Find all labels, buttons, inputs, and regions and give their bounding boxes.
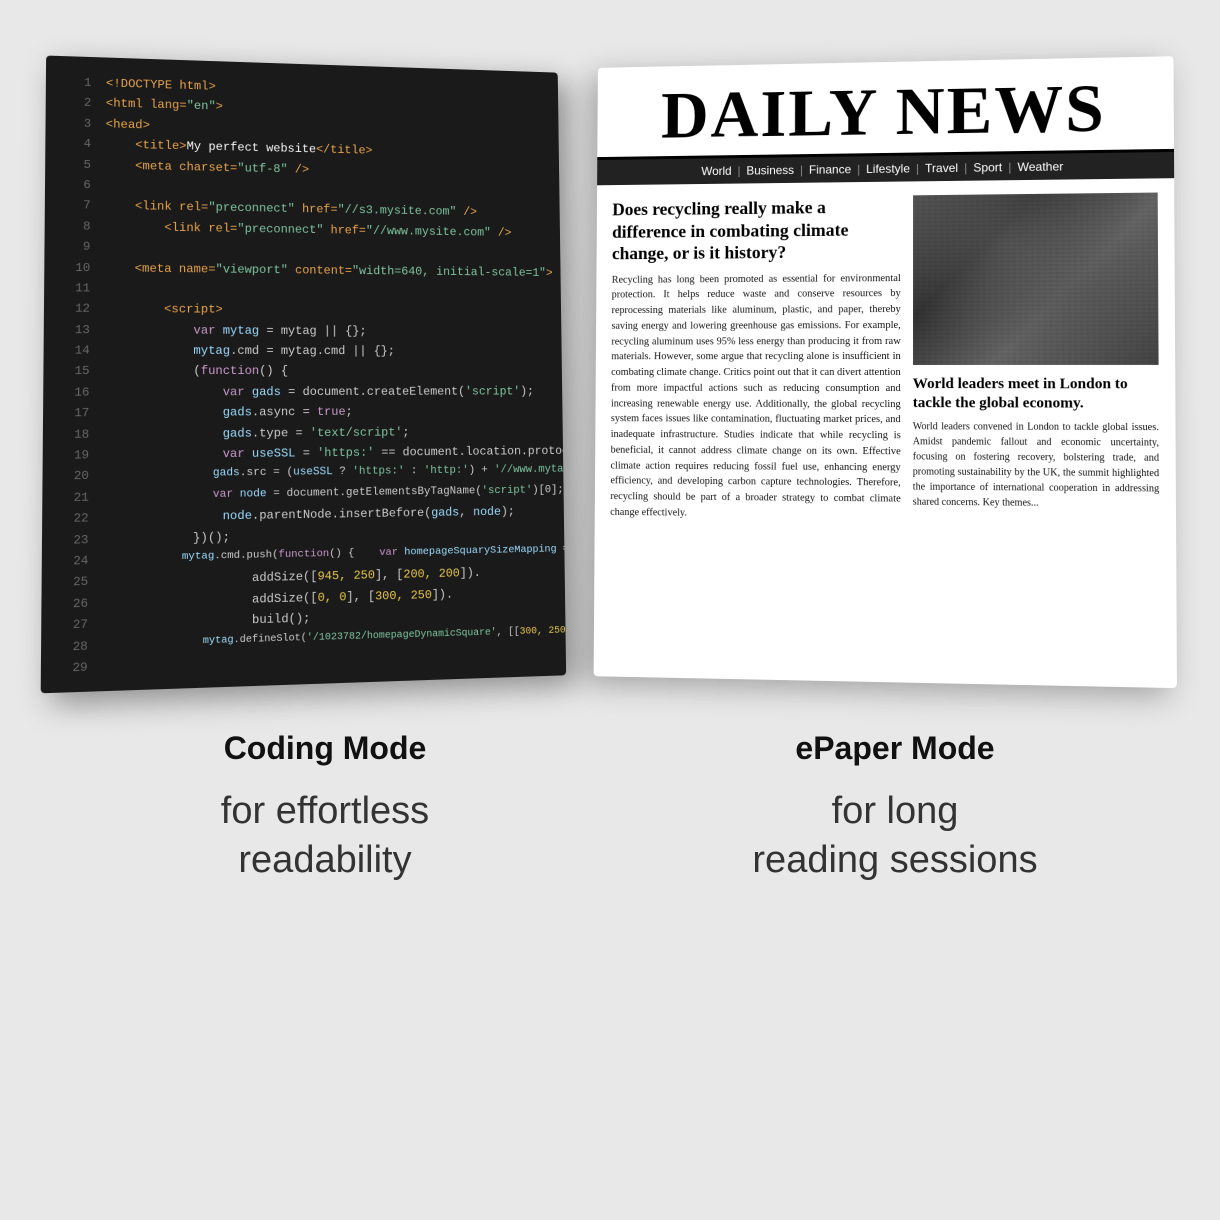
newspaper-body: Does recycling really make a difference …	[595, 178, 1177, 540]
nav-world[interactable]: World	[701, 164, 731, 178]
nav-sep2: |	[800, 163, 803, 177]
article2-headline: World leaders meet in London to tackle t…	[913, 375, 1159, 413]
epaper-mode-label-block: ePaper Mode for longreading sessions	[610, 730, 1180, 886]
nav-business[interactable]: Business	[746, 163, 794, 177]
nav-sep1: |	[737, 164, 740, 178]
nav-sep6: |	[1008, 160, 1011, 174]
coding-mode-title: Coding Mode	[80, 730, 570, 767]
article-image	[913, 193, 1159, 365]
nav-lifestyle[interactable]: Lifestyle	[866, 162, 910, 176]
nav-finance[interactable]: Finance	[809, 162, 851, 176]
nav-weather[interactable]: Weather	[1017, 159, 1063, 174]
article-image-overlay	[913, 193, 1159, 365]
nav-sep3: |	[857, 162, 860, 176]
article-right: World leaders meet in London to tackle t…	[913, 193, 1160, 526]
nav-travel[interactable]: Travel	[925, 161, 958, 175]
article1-body: Recycling has long been promoted as esse…	[610, 271, 901, 524]
coding-mode-subtitle: for effortlessreadability	[80, 787, 570, 886]
nav-sep5: |	[964, 161, 967, 175]
panels-row: 1<!DOCTYPE html> 2<html lang="en"> 3<hea…	[40, 60, 1180, 680]
coding-panel: 1<!DOCTYPE html> 2<html lang="en"> 3<hea…	[41, 56, 566, 694]
epaper-mode-subtitle: for longreading sessions	[650, 787, 1140, 886]
labels-row: Coding Mode for effortlessreadability eP…	[40, 730, 1180, 886]
nav-sport[interactable]: Sport	[973, 160, 1002, 174]
newspaper-header: DAILY NEWS	[597, 56, 1174, 160]
article2-body: World leaders convened in London to tack…	[913, 419, 1160, 512]
article1-headline: Does recycling really make a difference …	[612, 195, 901, 264]
nav-sep4: |	[916, 161, 919, 175]
epaper-mode-title: ePaper Mode	[650, 730, 1140, 767]
coding-mode-label-block: Coding Mode for effortlessreadability	[40, 730, 610, 886]
article-left: Does recycling really make a difference …	[610, 195, 901, 523]
main-container: 1<!DOCTYPE html> 2<html lang="en"> 3<hea…	[0, 0, 1220, 1220]
newspaper-panel: DAILY NEWS World | Business | Finance | …	[594, 56, 1177, 688]
newspaper-title: DAILY NEWS	[617, 73, 1154, 149]
